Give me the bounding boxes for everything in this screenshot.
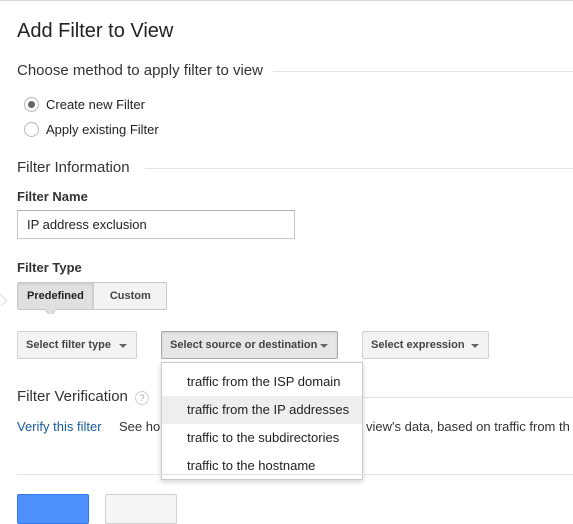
method-section-divider	[273, 71, 573, 72]
filter-type-toggle: Predefined Custom	[17, 282, 167, 310]
source-destination-menu: traffic from the ISP domain traffic from…	[161, 362, 363, 480]
radio-apply-existing-filter-label: Apply existing Filter	[46, 121, 159, 137]
select-source-destination-label: Select source or destination	[170, 339, 318, 351]
verify-filter-link[interactable]: Verify this filter	[17, 419, 102, 434]
menu-item-ip-addresses[interactable]: traffic from the IP addresses	[162, 396, 362, 424]
chevron-down-icon	[471, 344, 479, 348]
filter-verification-divider	[362, 397, 573, 398]
bottom-divider	[17, 474, 573, 475]
radio-create-new-filter[interactable]: Create new Filter	[24, 96, 145, 112]
filter-name-input[interactable]	[17, 210, 295, 239]
page-title: Add Filter to View	[17, 20, 174, 42]
cancel-button[interactable]	[105, 494, 177, 524]
radio-create-new-filter-label: Create new Filter	[46, 96, 145, 112]
radio-unselected-icon[interactable]	[24, 121, 39, 137]
tab-predefined[interactable]: Predefined	[18, 283, 94, 309]
filter-name-label: Filter Name	[17, 189, 88, 204]
filter-verification-title: Filter Verification	[17, 388, 128, 405]
save-button[interactable]	[17, 494, 89, 524]
chevron-down-icon	[119, 344, 127, 348]
select-source-destination[interactable]: Select source or destination	[161, 331, 338, 359]
select-filter-type[interactable]: Select filter type	[17, 331, 137, 359]
select-expression[interactable]: Select expression	[362, 331, 489, 359]
menu-item-isp-domain[interactable]: traffic from the ISP domain	[162, 368, 362, 396]
menu-item-hostname[interactable]: traffic to the hostname	[162, 452, 362, 480]
select-filter-type-label: Select filter type	[26, 339, 111, 351]
menu-item-subdirectories[interactable]: traffic to the subdirectories	[162, 424, 362, 452]
method-section-title: Choose method to apply filter to view	[17, 62, 263, 79]
help-icon[interactable]: ?	[135, 391, 149, 405]
active-tab-pointer	[45, 308, 55, 314]
select-expression-label: Select expression	[371, 339, 465, 351]
radio-selected-icon[interactable]	[24, 96, 39, 112]
filter-type-label: Filter Type	[17, 260, 82, 275]
verify-description-end: view's data, based on traffic from th	[366, 419, 570, 434]
filter-information-title: Filter Information	[17, 159, 130, 176]
verify-description-start: See ho	[119, 419, 161, 434]
left-notch-decoration	[0, 294, 7, 306]
chevron-down-icon	[320, 344, 328, 348]
filter-information-divider	[145, 168, 573, 169]
top-border	[0, 0, 573, 1]
radio-apply-existing-filter[interactable]: Apply existing Filter	[24, 121, 159, 137]
tab-custom[interactable]: Custom	[94, 283, 166, 309]
